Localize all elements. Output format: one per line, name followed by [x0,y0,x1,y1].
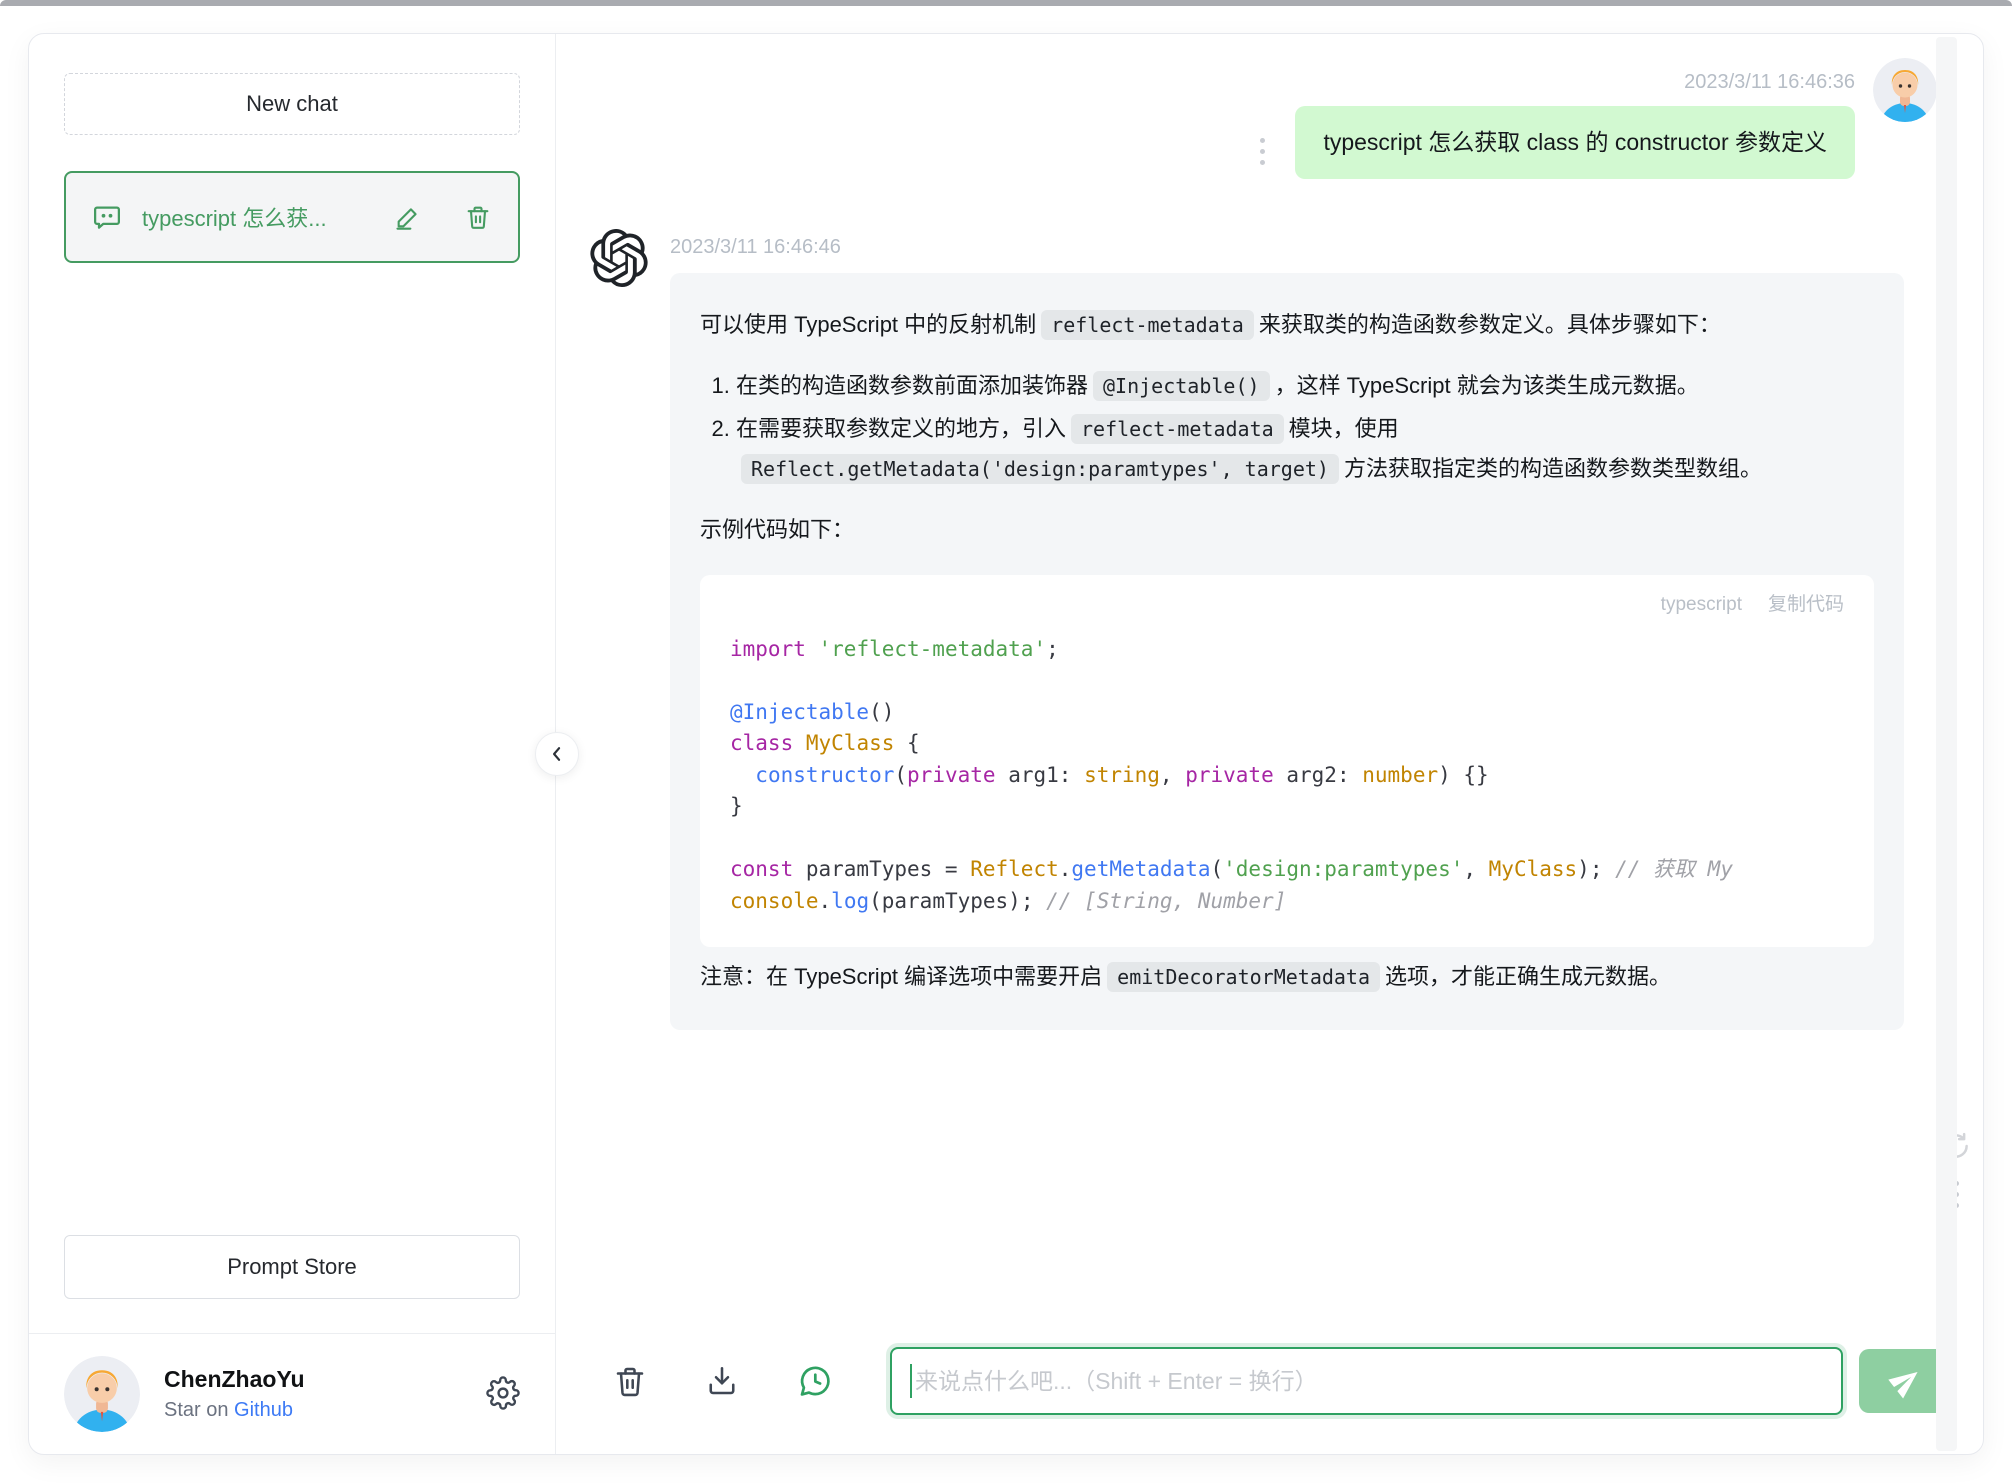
user-message-bubble: typescript 怎么获取 class 的 constructor 参数定义 [1295,106,1855,180]
list-item: 在类的构造函数参数前面添加装饰器@Injectable()，这样 TypeScr… [736,366,1874,407]
user-star-line: Star on Github [164,1399,462,1422]
message-options-icon[interactable] [1260,138,1266,166]
window-chrome-edge [0,0,2012,6]
assistant-message: 2023/3/11 16:46:46 可以使用 TypeScript 中的反射机… [590,221,1937,1030]
user-meta: ChenZhaoYu Star on Github [164,1366,462,1422]
assistant-steps-list: 在类的构造函数参数前面添加装饰器@Injectable()，这样 TypeScr… [700,366,1874,490]
assistant-message-bubble: 可以使用 TypeScript 中的反射机制 reflect-metadata 来获… [670,273,1904,1030]
collapse-sidebar-button[interactable] [535,732,579,776]
user-name: ChenZhaoYu [164,1366,305,1392]
assistant-intro: 可以使用 TypeScript 中的反射机制 reflect-metadata 来获… [700,305,1874,346]
sidebar: New chat typescript 怎么获... Prompt Store … [29,34,556,1454]
assistant-message-timestamp: 2023/3/11 16:46:46 [670,236,841,259]
sidebar-item-label: typescript 怎么获... [142,206,327,231]
user-message: 2023/3/11 16:46:36 typescript 怎么获取 class… [590,58,1937,180]
user-message-avatar [1873,58,1937,122]
new-chat-button[interactable]: New chat [64,73,520,135]
assistant-example-label: 示例代码如下： [700,517,855,543]
code-block: typescript 复制代码 import 'reflect-metadata… [700,574,1874,948]
openai-logo-icon [590,229,648,288]
inline-code: emitDecoratorMetadata [1107,962,1381,993]
trash-icon [612,1363,648,1399]
code-language-label: typescript [1660,593,1742,615]
sidebar-item-chat[interactable]: typescript 怎么获... [64,171,520,263]
star-on-text: Star on [164,1399,235,1421]
chat-pane: 2023/3/11 16:46:36 typescript 怎么获取 class… [556,34,1983,1454]
inline-code: @Injectable() [1093,371,1270,402]
settings-button[interactable] [486,1375,520,1413]
chat-history-icon [796,1362,834,1400]
prompt-store-button[interactable]: Prompt Store [64,1235,520,1299]
user-avatar [64,1356,140,1432]
code-content: import 'reflect-metadata'; @Injectable()… [730,636,1733,913]
scrollbar[interactable] [1936,37,1957,1451]
edit-icon[interactable] [394,203,422,231]
chat-scroll-area[interactable]: 2023/3/11 16:46:36 typescript 怎么获取 class… [556,34,1983,1342]
chevron-left-icon [547,744,567,764]
sidebar-footer: ChenZhaoYu Star on Github [29,1333,555,1454]
github-link[interactable]: Github [234,1399,293,1421]
download-icon [704,1363,740,1399]
chat-footer [556,1342,1983,1454]
text-caret [910,1364,912,1398]
message-input[interactable] [915,1367,1823,1395]
inline-code: Reflect.getMetadata('design:paramtypes',… [741,454,1339,485]
message-icon [92,202,122,232]
history-button[interactable] [796,1362,834,1400]
inline-code: reflect-metadata [1041,310,1254,341]
app-window: New chat typescript 怎么获... Prompt Store … [28,33,1984,1455]
send-icon [1884,1359,1929,1404]
trash-icon[interactable] [464,203,492,231]
user-message-timestamp: 2023/3/11 16:46:36 [1684,71,1855,93]
list-item: 在需要获取参数定义的地方，引入reflect-metadata模块，使用Refl… [736,409,1874,490]
gear-icon [486,1375,520,1410]
message-input-wrap[interactable] [890,1347,1843,1415]
assistant-note: 注意：在 TypeScript 编译选项中需要开启 emitDecoratorMe… [700,957,1874,998]
export-image-button[interactable] [704,1363,740,1399]
inline-code: reflect-metadata [1071,413,1284,444]
copy-code-button[interactable]: 复制代码 [1768,595,1844,614]
clear-chat-button[interactable] [612,1363,648,1399]
